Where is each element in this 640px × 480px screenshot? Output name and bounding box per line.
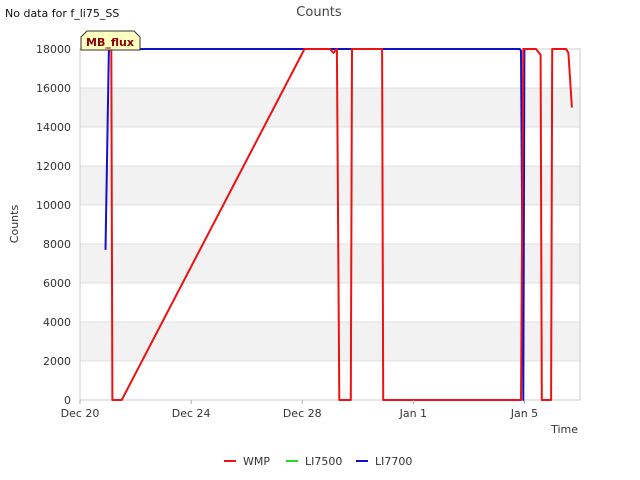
x-axis-label: Time — [550, 423, 578, 436]
x-axis: Dec 20 Dec 24 Dec 28 Jan 1 Jan 5 — [61, 400, 538, 420]
y-tick-label: 4000 — [43, 316, 71, 329]
chart: Counts 0 2000 4000 6000 8000 10000 12000 14000 1… — [8, 5, 581, 468]
x-tick-label: Jan 1 — [399, 407, 427, 420]
y-axis: 0 2000 4000 6000 8000 10000 12000 14000 16000 180… — [36, 43, 71, 407]
grid-bands — [80, 88, 580, 361]
chart-title: Counts — [296, 5, 342, 20]
x-tick-label: Jan 5 — [510, 407, 538, 420]
y-axis-label: Counts — [8, 205, 21, 244]
grid-band — [80, 322, 580, 361]
legend-label-wmp: WMP — [243, 455, 270, 468]
y-tick-label: 6000 — [43, 277, 71, 290]
y-tick-label: 14000 — [36, 121, 71, 134]
grid-band — [80, 88, 580, 127]
mb-flux-badge: MB_flux — [80, 30, 141, 51]
legend-label-li7700: LI7700 — [375, 455, 412, 468]
y-tick-label: 10000 — [36, 199, 71, 212]
y-tick-label: 2000 — [43, 355, 71, 368]
x-tick-label: Dec 20 — [61, 407, 100, 420]
badge-label: MB_flux — [86, 36, 134, 49]
y-tick-label: 18000 — [36, 43, 71, 56]
y-tick-label: 0 — [64, 394, 71, 407]
y-tick-label: 16000 — [36, 82, 71, 95]
grid-band — [80, 244, 580, 283]
x-tick-label: Dec 24 — [172, 407, 211, 420]
legend: WMP LI7500 LI7700 — [224, 455, 412, 468]
y-tick-label: 8000 — [43, 238, 71, 251]
x-tick-label: Dec 28 — [283, 407, 322, 420]
grid-band — [80, 166, 580, 205]
y-tick-label: 12000 — [36, 160, 71, 173]
legend-label-li7500: LI7500 — [305, 455, 342, 468]
